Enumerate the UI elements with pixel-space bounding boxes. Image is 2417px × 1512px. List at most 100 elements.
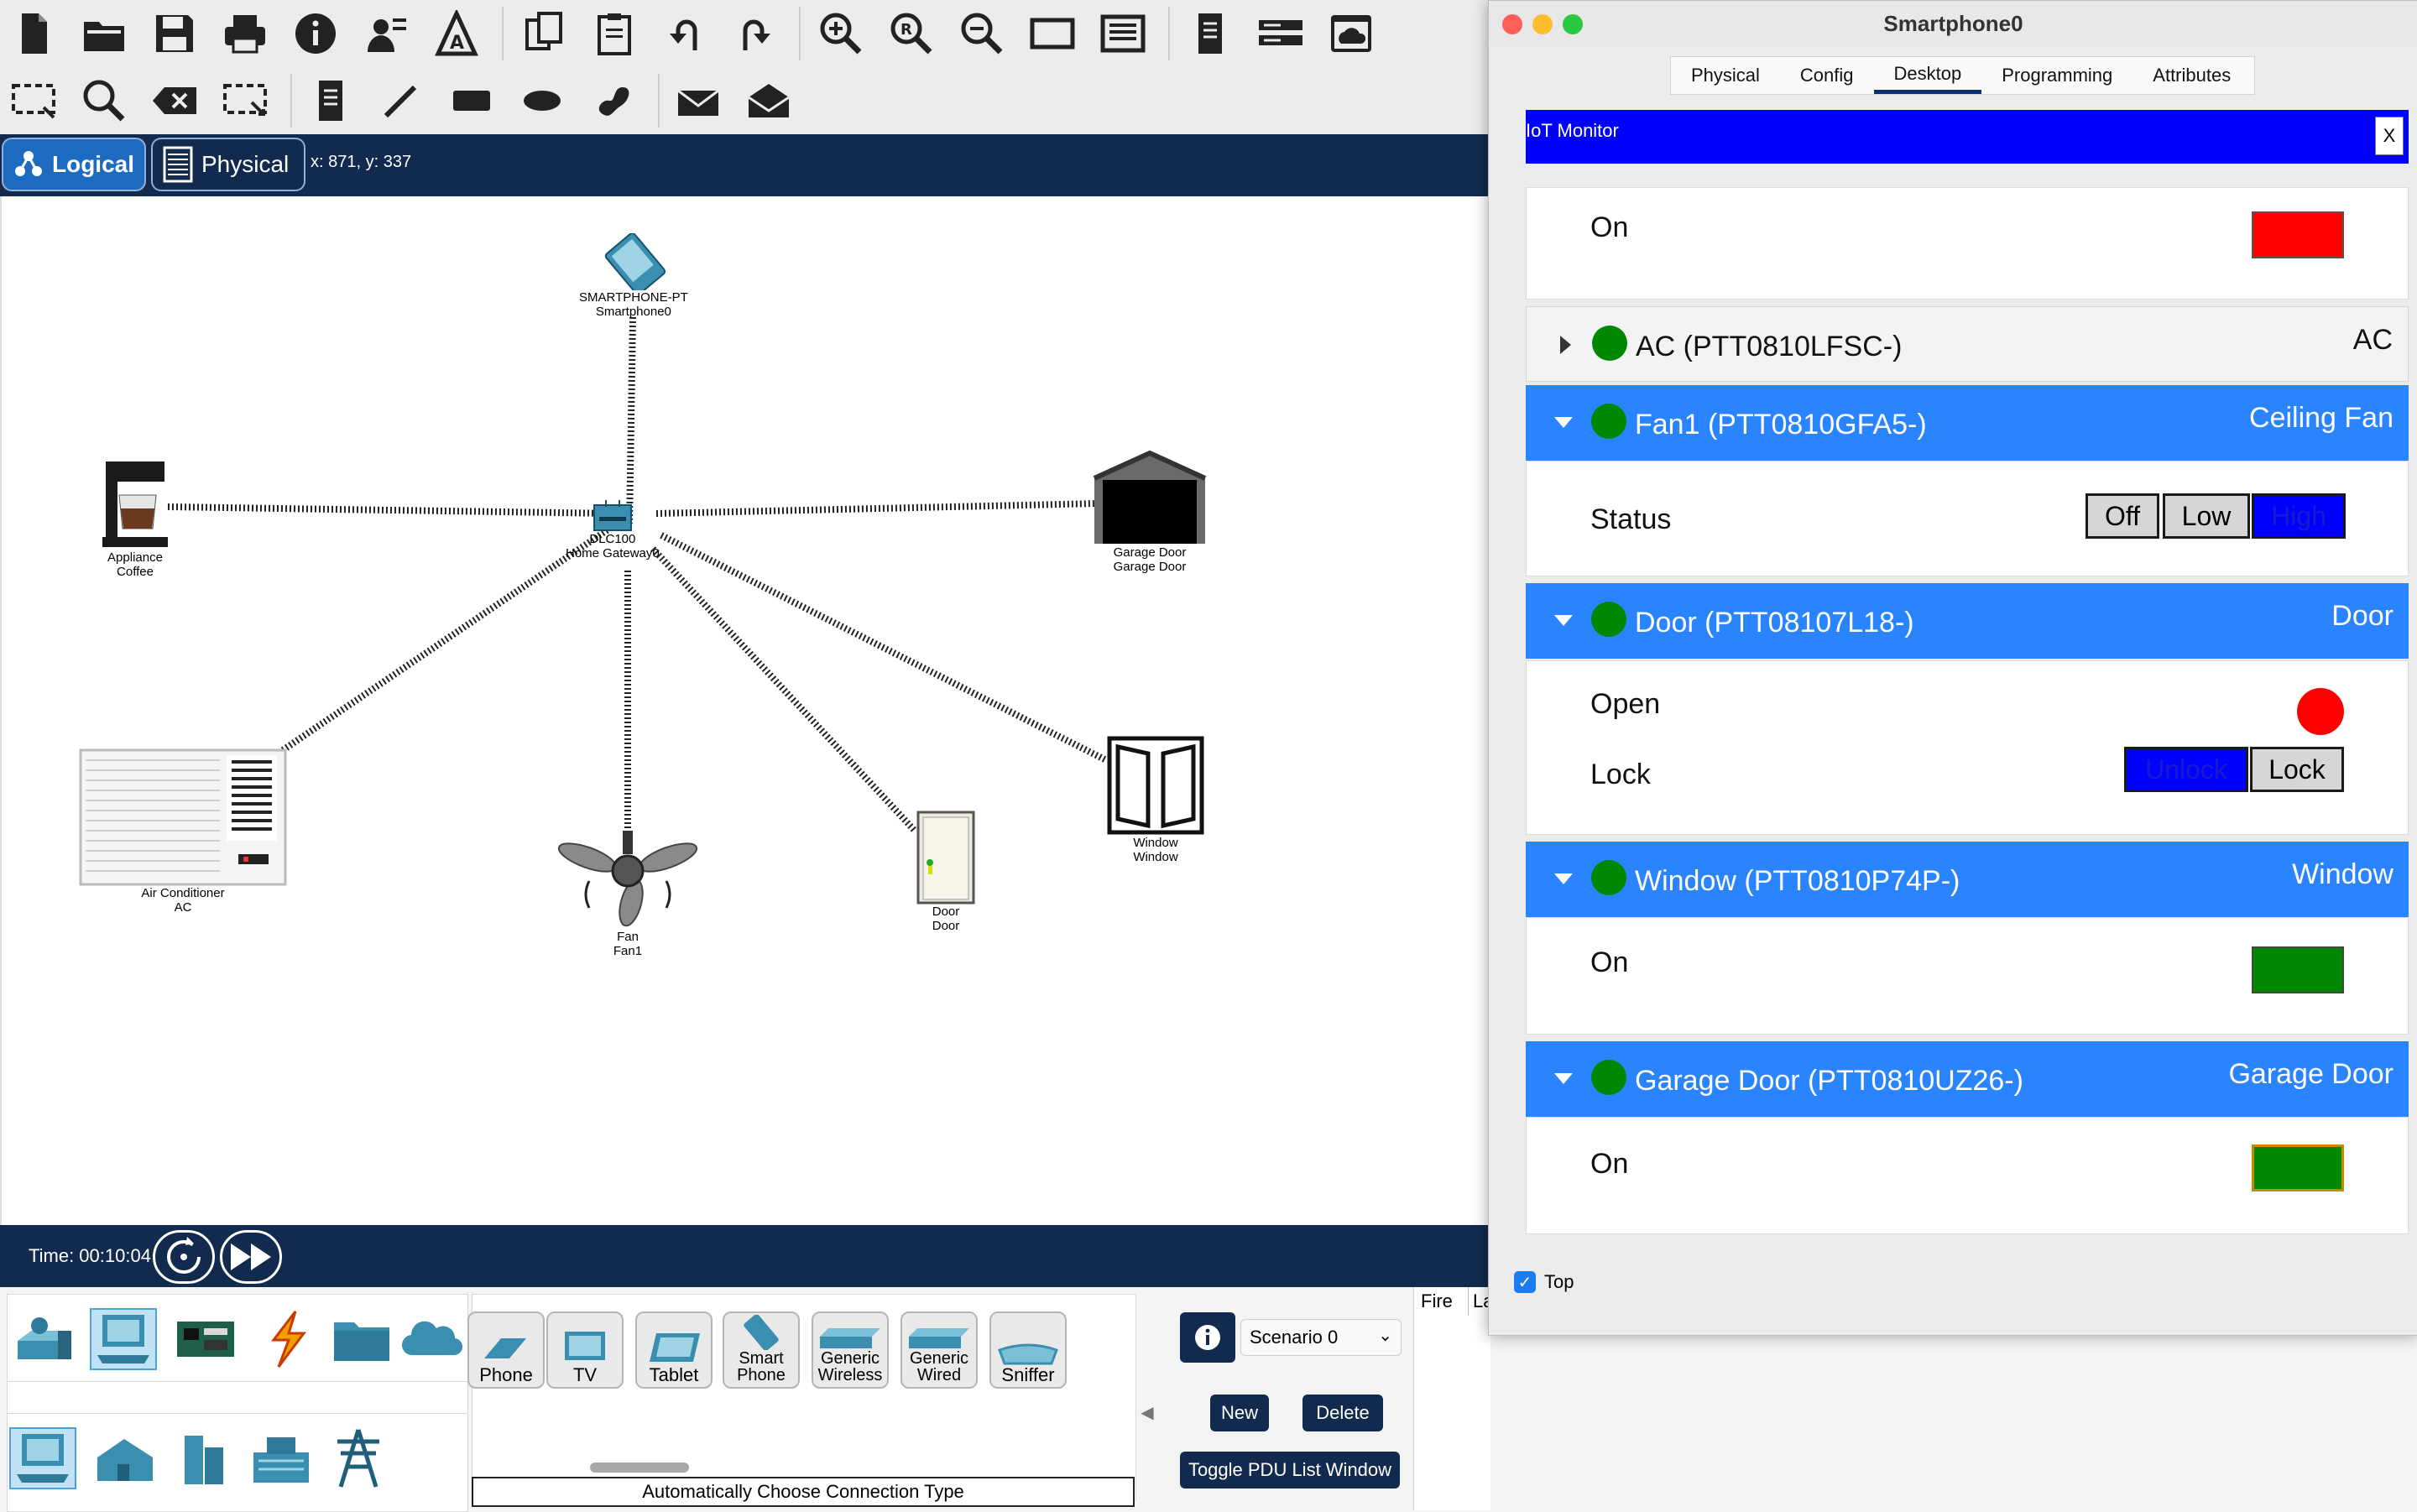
device-type-window: Window (2292, 858, 2394, 890)
draw-ellipse-icon[interactable] (515, 74, 569, 128)
device-tile-sniffer[interactable]: Sniffer (989, 1311, 1067, 1389)
device-tile-generic-wireless[interactable]: Generic Wireless (812, 1311, 889, 1389)
scenario-info-button[interactable] (1180, 1312, 1235, 1363)
simple-pdu-icon[interactable] (671, 74, 725, 128)
multiuser-cloud-icon[interactable] (399, 1308, 466, 1370)
open-folder-icon[interactable] (77, 7, 131, 60)
select-icon[interactable] (7, 74, 60, 128)
device-tile-generic-wired[interactable]: Generic Wired (901, 1311, 978, 1389)
end-devices-icon[interactable] (90, 1308, 157, 1370)
delete-scenario-button[interactable]: Delete (1302, 1395, 1383, 1431)
tab-attributes[interactable]: Attributes (2132, 57, 2251, 94)
connections-icon[interactable] (254, 1308, 321, 1370)
complex-pdu-icon[interactable] (742, 74, 796, 128)
fast-forward-button[interactable] (220, 1230, 282, 1284)
logical-workspace[interactable]: SMARTPHONE-PT Smartphone0 DLC100 Home Ga… (0, 196, 1491, 1225)
print-icon[interactable] (218, 7, 272, 60)
device-coffee[interactable]: Appliance Coffee (99, 461, 171, 579)
device-row-window[interactable]: Window (PTT0810P74P-) Window (1526, 842, 2409, 917)
resize-icon[interactable] (218, 74, 272, 128)
info-icon[interactable] (289, 7, 342, 60)
device-tabs: Physical Config Desktop Programming Attr… (1670, 56, 2255, 95)
user-profile-icon[interactable] (359, 7, 413, 60)
notes-icon[interactable] (1183, 7, 1237, 60)
window-title-bar[interactable]: Smartphone0 (1489, 1, 2417, 46)
activity-wizard-icon[interactable]: A (430, 7, 483, 60)
device-door[interactable]: Door Door (913, 811, 979, 933)
redo-icon[interactable] (728, 7, 782, 60)
chevron-down-icon (1554, 1073, 1573, 1084)
device-row-ac[interactable]: AC (PTT0810LFSC-) AC (1526, 306, 2409, 382)
device-row-fan[interactable]: Fan1 (PTT0810GFA5-) Ceiling Fan (1526, 385, 2409, 461)
smart-city-subcategory-icon[interactable] (170, 1427, 238, 1489)
device-subcategories (7, 1413, 468, 1512)
on-status-indicator (2252, 211, 2344, 258)
door-unlock-button[interactable]: Unlock (2124, 747, 2248, 792)
device-name-door: Door (PTT08107L18-) (1635, 607, 1914, 639)
zoom-in-icon[interactable] (814, 7, 868, 60)
cloud-window-icon[interactable] (1324, 7, 1378, 60)
device-list-scrollbar[interactable] (590, 1462, 689, 1473)
panel-collapse-icon[interactable]: ◀ (1138, 1391, 1156, 1433)
tab-programming[interactable]: Programming (1981, 57, 2132, 94)
top-checkbox[interactable]: ✓ Top (1514, 1271, 1574, 1293)
palette-list-icon[interactable] (1096, 7, 1150, 60)
network-devices-icon[interactable] (11, 1308, 78, 1370)
device-tile-smart-phone[interactable]: Smart Phone (723, 1311, 800, 1389)
device-tile-tablet[interactable]: Tablet (635, 1311, 713, 1389)
delete-icon[interactable] (148, 74, 201, 128)
miscellaneous-folder-icon[interactable] (328, 1308, 395, 1370)
tab-config[interactable]: Config (1780, 57, 1874, 94)
new-scenario-button[interactable]: New (1210, 1395, 1269, 1431)
home-gateway-card: On (1526, 187, 2409, 300)
power-cycle-button[interactable] (153, 1230, 215, 1284)
device-row-door[interactable]: Door (PTT08107L18-) Door (1526, 583, 2409, 659)
zoom-out-icon[interactable] (955, 7, 1009, 60)
device-window[interactable]: Window Window (1106, 735, 1205, 864)
fan-low-button[interactable]: Low (2163, 493, 2250, 539)
industrial-subcategory-icon[interactable] (248, 1427, 315, 1489)
logical-mode-button[interactable]: Logical (2, 138, 146, 191)
power-grid-subcategory-icon[interactable] (325, 1427, 392, 1489)
device-air-conditioner[interactable]: Air Conditioner AC (79, 748, 287, 915)
scenario-select[interactable]: Scenario 0 ⌄ (1240, 1319, 1402, 1356)
tab-desktop[interactable]: Desktop (1873, 57, 1982, 94)
device-tile-tv[interactable]: TV (546, 1311, 624, 1389)
home-subcategory-icon[interactable] (91, 1427, 159, 1489)
device-ceiling-fan[interactable]: Fan Fan1 (556, 831, 700, 958)
device-row-garage-door[interactable]: Garage Door (PTT0810UZ26-) Garage Door (1526, 1041, 2409, 1117)
main-toolbar: A R (0, 0, 1490, 68)
device-tile-phone[interactable]: Phone (467, 1311, 545, 1389)
inspect-icon[interactable] (77, 74, 131, 128)
paste-icon[interactable] (587, 7, 641, 60)
tab-physical[interactable]: Physical (1671, 57, 1780, 94)
save-icon[interactable] (148, 7, 201, 60)
new-file-icon[interactable] (7, 7, 60, 60)
fit-window-icon[interactable] (1026, 7, 1079, 60)
fan-off-button[interactable]: Off (2086, 493, 2159, 539)
toggle-pdu-list-button[interactable]: Toggle PDU List Window (1180, 1452, 1400, 1489)
place-note-icon[interactable] (304, 74, 358, 128)
draw-line-icon[interactable] (374, 74, 428, 128)
window-on-indicator (2252, 946, 2344, 993)
components-icon[interactable] (172, 1308, 239, 1370)
wired-sensor-icon (909, 1328, 969, 1348)
undo-icon[interactable] (658, 7, 712, 60)
device-garage-door[interactable]: Garage Door Garage Door (1091, 450, 1208, 574)
copy-icon[interactable] (517, 7, 571, 60)
device-type-garage-door: Garage Door (2228, 1058, 2394, 1090)
draw-rectangle-icon[interactable] (445, 74, 499, 128)
door-open-indicator (2297, 688, 2344, 735)
device-home-gateway[interactable]: DLC100 Home Gateway0 (566, 500, 660, 560)
link-window-gateway (660, 532, 1108, 764)
physical-mode-button[interactable]: Physical (151, 138, 305, 191)
iot-monitor-close-button[interactable]: X (2375, 117, 2404, 155)
device-rack-icon[interactable] (1254, 7, 1308, 60)
fan-high-button[interactable]: High (2252, 493, 2346, 539)
zoom-reset-icon[interactable]: R (885, 7, 938, 60)
freeform-icon[interactable] (586, 74, 639, 128)
sniffer-icon (998, 1343, 1058, 1365)
end-device-subcategory-icon[interactable] (9, 1427, 76, 1489)
device-smartphone[interactable]: SMARTPHONE-PT Smartphone0 (579, 233, 688, 319)
door-lock-button[interactable]: Lock (2250, 747, 2344, 792)
